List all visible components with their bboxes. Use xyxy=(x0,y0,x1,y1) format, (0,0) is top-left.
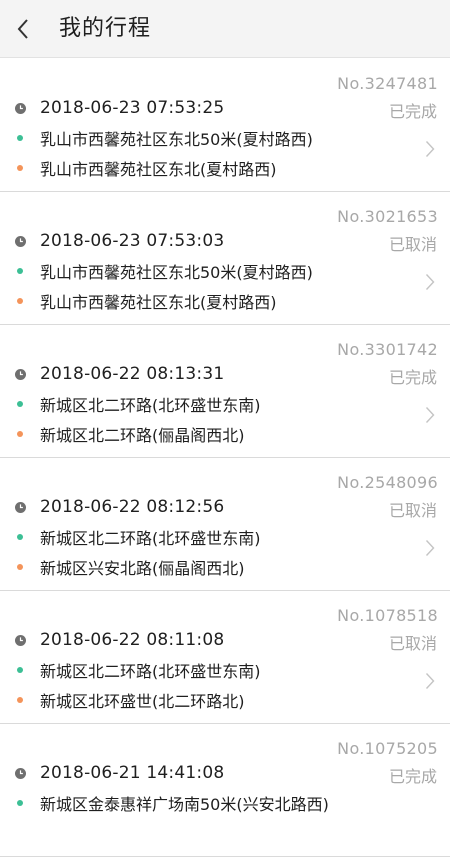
end-dot-icon xyxy=(17,564,23,570)
trip-number: No.2548096 xyxy=(337,473,438,492)
clock-icon xyxy=(0,634,40,646)
trip-time: 2018-06-21 14:41:08 xyxy=(40,763,225,783)
trip-start-address: 乳山市西馨苑社区东北50米(夏村路西) xyxy=(40,130,313,149)
start-dot-icon xyxy=(17,800,23,806)
trip-number: No.1078518 xyxy=(337,606,438,625)
trip-item[interactable]: No.3021653 已取消 2018-06-23 07:53:03 乳山市西馨… xyxy=(0,192,450,325)
trip-status: 已完成 xyxy=(388,767,437,786)
chevron-right-icon xyxy=(422,537,438,559)
trip-status: 已取消 xyxy=(388,235,437,254)
trip-end-address: 新城区兴安北路(俪晶阁西北) xyxy=(40,559,245,578)
start-dot-icon xyxy=(17,534,23,540)
clock-icon xyxy=(0,767,40,779)
trip-time: 2018-06-22 08:11:08 xyxy=(40,630,225,650)
trip-start-address: 乳山市西馨苑社区东北50米(夏村路西) xyxy=(40,263,313,282)
trip-status: 已完成 xyxy=(388,368,437,387)
trip-start-address: 新城区北二环路(北环盛世东南) xyxy=(40,529,261,548)
end-dot-icon xyxy=(17,697,23,703)
start-dot-icon xyxy=(17,667,23,673)
chevron-right-icon xyxy=(422,670,438,692)
start-dot-icon xyxy=(17,268,23,274)
trip-item[interactable]: No.3247481 已完成 2018-06-23 07:53:25 乳山市西馨… xyxy=(0,59,450,192)
trip-status: 已取消 xyxy=(388,501,437,520)
chevron-right-icon xyxy=(422,271,438,293)
trip-time: 2018-06-22 08:13:31 xyxy=(40,364,225,384)
trip-number: No.3301742 xyxy=(337,340,438,359)
trip-end-address: 新城区北环盛世(北二环路北) xyxy=(40,692,245,711)
trip-start-address: 新城区北二环路(北环盛世东南) xyxy=(40,662,261,681)
start-dot-icon xyxy=(17,135,23,141)
clock-icon xyxy=(0,368,40,380)
start-dot-icon xyxy=(17,401,23,407)
trip-number: No.1075205 xyxy=(337,739,438,758)
trip-end-address: 新城区北二环路(俪晶阁西北) xyxy=(40,426,245,445)
trip-end-address: 乳山市西馨苑社区东北(夏村路西) xyxy=(40,160,277,179)
trip-status: 已取消 xyxy=(388,634,437,653)
clock-icon xyxy=(0,501,40,513)
clock-icon xyxy=(0,235,40,247)
trip-time: 2018-06-23 07:53:25 xyxy=(40,98,225,118)
trip-start-address: 新城区金泰惠祥广场南50米(兴安北路西) xyxy=(40,795,329,814)
back-button[interactable] xyxy=(6,12,40,46)
trip-item[interactable]: No.3301742 已完成 2018-06-22 08:13:31 新城区北二… xyxy=(0,325,450,458)
chevron-right-icon xyxy=(422,404,438,426)
trip-item[interactable]: No.1078518 已取消 2018-06-22 08:11:08 新城区北二… xyxy=(0,591,450,724)
trip-start-address: 新城区北二环路(北环盛世东南) xyxy=(40,396,261,415)
trip-item[interactable]: No.1075205 已完成 2018-06-21 14:41:08 新城区金泰… xyxy=(0,724,450,857)
chevron-right-icon xyxy=(422,138,438,160)
end-dot-icon xyxy=(17,431,23,437)
top-bar: 我的行程 xyxy=(0,0,450,58)
trip-end-address: 乳山市西馨苑社区东北(夏村路西) xyxy=(40,293,277,312)
end-dot-icon xyxy=(17,165,23,171)
trip-number: No.3021653 xyxy=(337,207,438,226)
trip-time: 2018-06-22 08:12:56 xyxy=(40,497,225,517)
page-title: 我的行程 xyxy=(59,16,152,41)
trip-item[interactable]: No.2548096 已取消 2018-06-22 08:12:56 新城区北二… xyxy=(0,458,450,591)
trip-time: 2018-06-23 07:53:03 xyxy=(40,231,225,251)
trip-list: No.3247481 已完成 2018-06-23 07:53:25 乳山市西馨… xyxy=(0,59,450,857)
clock-icon xyxy=(0,102,40,114)
chevron-left-icon xyxy=(17,19,28,39)
trip-status: 已完成 xyxy=(388,102,437,121)
end-dot-icon xyxy=(17,298,23,304)
trip-number: No.3247481 xyxy=(337,74,438,93)
